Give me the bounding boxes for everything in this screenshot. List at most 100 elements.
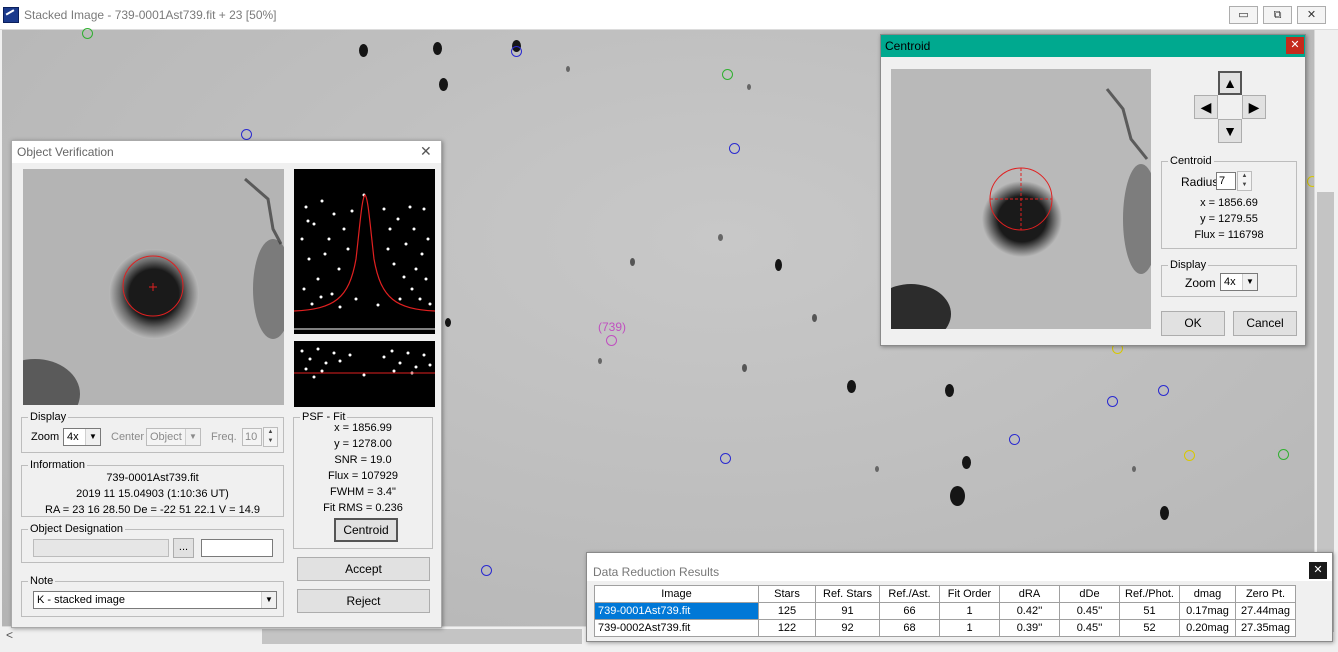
reference-star-marker[interactable] — [1158, 385, 1169, 396]
table-cell: 0.45'' — [1059, 619, 1120, 637]
table-row[interactable]: 739-0002Ast739.fit 122 92 68 1 0.39'' 0.45'' 52… — [594, 619, 1296, 637]
designation-number-input[interactable] — [201, 539, 273, 557]
star — [945, 384, 954, 397]
info-filename: 739-0001Ast739.fit — [106, 472, 199, 484]
table-cell: 52 — [1119, 619, 1180, 637]
column-header[interactable]: Fit Order — [939, 585, 1000, 603]
centroid-x: x = 1856.69 — [1200, 197, 1258, 209]
move-up-button[interactable]: ▲ — [1218, 71, 1242, 95]
centroid-zoom-select[interactable]: 4x ▼ — [1220, 273, 1258, 291]
note-select[interactable]: K - stacked image ▼ — [33, 591, 277, 609]
horizontal-scroll-thumb[interactable] — [262, 629, 582, 644]
center-label: Center — [111, 431, 145, 443]
star — [718, 234, 723, 241]
psf-flux: Flux = 107929 — [327, 470, 399, 482]
close-button[interactable]: ✕ — [1297, 6, 1326, 24]
restore-button[interactable]: ⧉ — [1263, 6, 1292, 24]
table-cell: 1 — [939, 602, 1000, 620]
centroid-flux: Flux = 116798 — [1194, 229, 1264, 241]
column-header[interactable]: Ref./Ast. — [879, 585, 940, 603]
star — [1132, 466, 1136, 472]
column-header[interactable]: Ref. Stars — [815, 585, 880, 603]
note-value: K - stacked image — [37, 594, 126, 606]
table-cell: 0.39'' — [999, 619, 1060, 637]
column-header[interactable]: dRA — [999, 585, 1060, 603]
close-icon[interactable]: ✕ — [1286, 37, 1304, 54]
star — [439, 78, 448, 91]
centroid-y: y = 1279.55 — [1200, 213, 1258, 225]
center-value: Object — [150, 431, 182, 443]
table-cell: 51 — [1119, 602, 1180, 620]
reject-button[interactable]: Reject — [297, 589, 430, 613]
star — [359, 44, 368, 57]
column-header[interactable]: Image — [594, 585, 759, 603]
zoom-select[interactable]: 4x ▼ — [63, 428, 101, 446]
designation-input[interactable] — [33, 539, 169, 557]
table-cell-image: 739-0002Ast739.fit — [594, 619, 759, 637]
cancel-button[interactable]: Cancel — [1233, 311, 1297, 336]
star — [630, 258, 635, 266]
dialog-title: Centroid — [885, 39, 931, 53]
object-verification-dialog: Object Verification ✕ Display Zoom 4x ▼ … — [11, 140, 442, 628]
column-header[interactable]: Zero Pt. — [1235, 585, 1296, 603]
column-header[interactable]: Stars — [758, 585, 816, 603]
psf-y: y = 1278.00 — [334, 438, 392, 450]
table-cell: 0.45'' — [1059, 602, 1120, 620]
reference-star-marker[interactable] — [241, 129, 252, 140]
centroid-button[interactable]: Centroid — [334, 518, 398, 542]
display-legend: Display — [30, 411, 67, 423]
close-icon[interactable]: ✕ — [420, 143, 432, 160]
psf-residual-plot — [294, 341, 435, 407]
centroid-display-legend: Display — [1170, 259, 1207, 271]
reference-star-marker[interactable] — [1278, 449, 1289, 460]
reference-star-marker[interactable] — [511, 46, 522, 57]
star — [433, 42, 442, 55]
reference-star-marker[interactable] — [481, 565, 492, 576]
vertical-scrollbar[interactable] — [1314, 30, 1336, 632]
reference-star-marker[interactable] — [720, 453, 731, 464]
table-cell: 0.42'' — [999, 602, 1060, 620]
scroll-left-arrow[interactable]: < — [6, 628, 13, 642]
accept-button[interactable]: Accept — [297, 557, 430, 581]
ok-button[interactable]: OK — [1161, 311, 1225, 336]
table-cell: 92 — [815, 619, 880, 637]
freq-spinner[interactable]: ▲ ▼ — [263, 427, 278, 447]
reference-star-marker[interactable] — [722, 69, 733, 80]
radius-input[interactable]: 7 — [1216, 172, 1236, 190]
zoom-value: 4x — [67, 431, 79, 443]
table-cell: 27.44mag — [1235, 602, 1296, 620]
reference-star-marker[interactable] — [1009, 434, 1020, 445]
close-icon[interactable]: ✕ — [1309, 562, 1327, 579]
star — [875, 466, 879, 472]
reference-star-marker[interactable] — [82, 28, 93, 39]
reference-star-marker[interactable] — [1107, 396, 1118, 407]
move-right-button[interactable]: ▶ — [1242, 95, 1266, 119]
centroid-legend: Centroid — [1170, 155, 1212, 167]
column-header[interactable]: dmag — [1179, 585, 1236, 603]
object-zoom-image[interactable] — [23, 169, 284, 405]
data-reduction-titlebar: Data Reduction Results ✕ — [587, 553, 1332, 581]
table-cell: 0.20mag — [1179, 619, 1236, 637]
radius-spinner[interactable]: ▲ ▼ — [1237, 171, 1252, 191]
centroid-zoom-label: Zoom — [1185, 276, 1216, 290]
reference-star-marker[interactable] — [1184, 450, 1195, 461]
minimize-button[interactable]: ▭ — [1229, 6, 1258, 24]
app-icon — [3, 7, 19, 23]
reference-star-marker[interactable] — [729, 143, 740, 154]
target-asteroid-marker[interactable] — [606, 335, 617, 346]
column-header[interactable]: Ref./Phot. — [1119, 585, 1180, 603]
centroid-zoom-value: 4x — [1224, 276, 1236, 288]
freq-input[interactable]: 10 — [242, 428, 262, 446]
column-header[interactable]: dDe — [1059, 585, 1120, 603]
move-down-button[interactable]: ▼ — [1218, 119, 1242, 143]
center-select[interactable]: Object ▼ — [146, 428, 201, 446]
info-time: 2019 11 15.04903 (1:10:36 UT) — [76, 488, 229, 500]
table-cell: 122 — [758, 619, 816, 637]
centroid-zoom-image[interactable] — [891, 69, 1151, 329]
designation-browse-button[interactable]: ... — [173, 538, 194, 558]
psf-profile-plot — [294, 169, 435, 334]
move-left-button[interactable]: ◀ — [1194, 95, 1218, 119]
table-header-row: Image Stars Ref. Stars Ref./Ast. Fit Order dR… — [594, 585, 1296, 603]
table-row[interactable]: 739-0001Ast739.fit 125 91 66 1 0.42'' 0.45'' 51… — [594, 602, 1296, 620]
freq-label: Freq. — [211, 431, 237, 443]
